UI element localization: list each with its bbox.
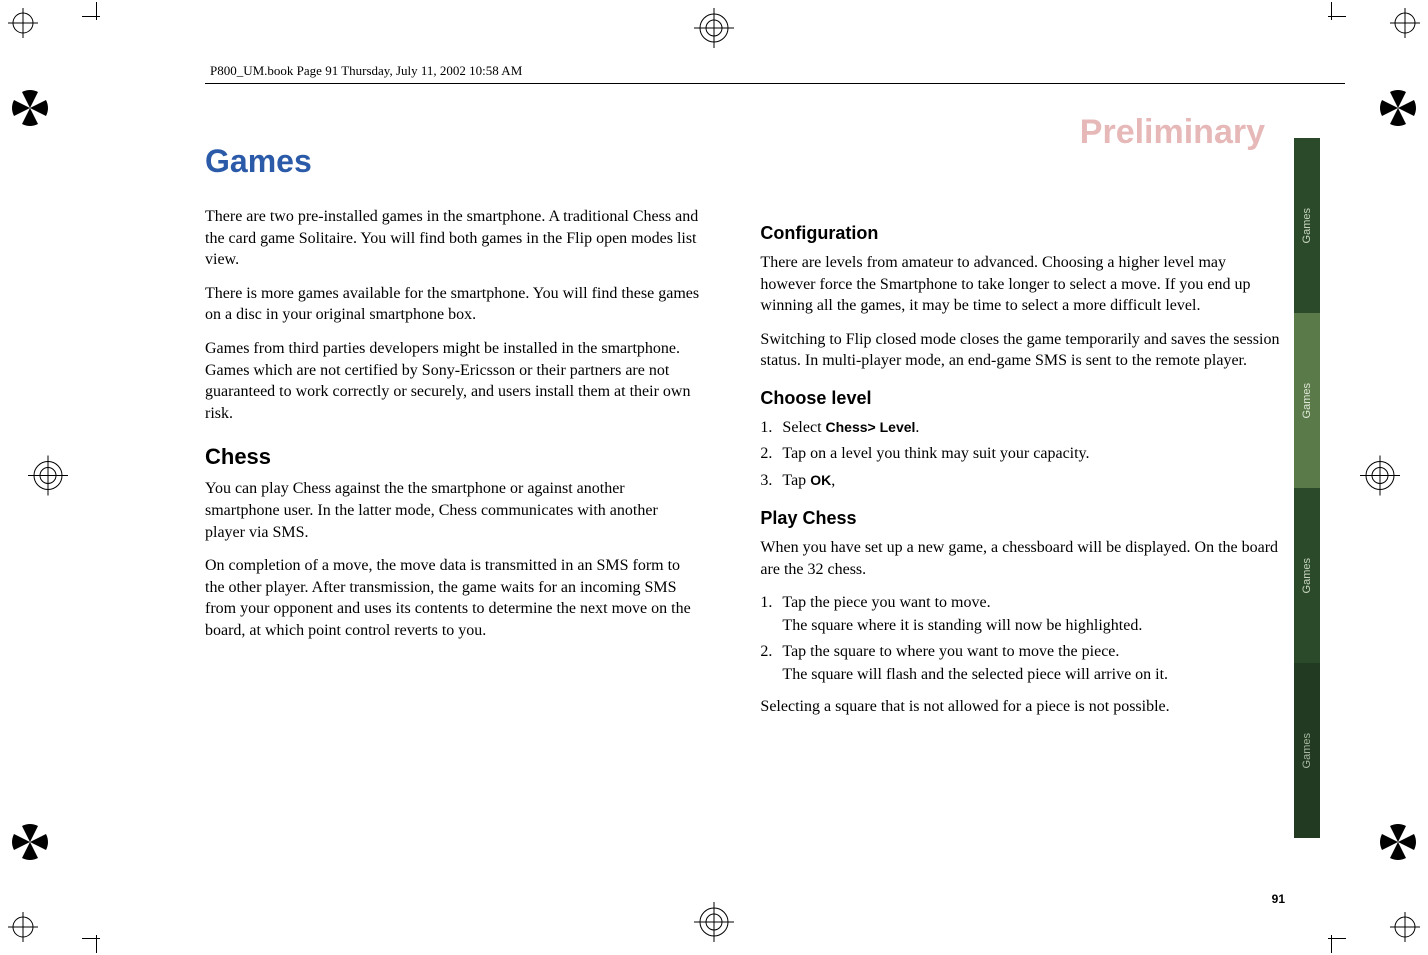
ui-label: OK	[810, 472, 831, 488]
body-paragraph: When you have set up a new game, a chess…	[760, 537, 1285, 580]
steps-list: Select Chess> Level. Tap on a level you …	[760, 417, 1285, 492]
body-paragraph: There is more games available for the sm…	[205, 283, 700, 326]
side-tab-label: Games	[1301, 733, 1313, 768]
side-tab-label: Games	[1301, 383, 1313, 418]
subsection-heading-configuration: Configuration	[760, 223, 1285, 244]
header-rule	[205, 83, 1345, 84]
reg-mark-left	[28, 455, 68, 500]
list-item: Tap on a level you think may suit your c…	[760, 443, 1285, 465]
list-item: Tap OK,	[760, 470, 1285, 492]
body-paragraph: Games from third parties developers migh…	[205, 338, 700, 424]
subsection-heading-choose-level: Choose level	[760, 388, 1285, 409]
fan-mark-tl	[12, 90, 48, 131]
body-paragraph: There are two pre-installed games in the…	[205, 206, 700, 271]
right-column: Configuration There are levels from amat…	[760, 143, 1285, 729]
crop-tick	[96, 2, 97, 20]
reg-mark-right	[1360, 455, 1400, 500]
subsection-heading-play-chess: Play Chess	[760, 508, 1285, 529]
running-header: P800_UM.book Page 91 Thursday, July 11, …	[210, 63, 522, 79]
page-number: 91	[1272, 892, 1285, 906]
side-tab: Games	[1294, 663, 1320, 838]
crop-tick	[1331, 935, 1332, 953]
body-paragraph: There are levels from amateur to advance…	[760, 252, 1285, 317]
section-heading-chess: Chess	[205, 444, 700, 470]
side-tab-label: Games	[1301, 208, 1313, 243]
corner-mark-tr	[1390, 8, 1420, 43]
side-tab: Games	[1294, 313, 1320, 488]
body-paragraph: Selecting a square that is not allowed f…	[760, 696, 1285, 718]
list-item: Tap the square to where you want to move…	[760, 641, 1285, 686]
steps-list: Tap the piece you want to move. The squa…	[760, 592, 1285, 686]
fan-mark-br	[1380, 824, 1416, 865]
corner-mark-bl	[8, 912, 38, 947]
corner-mark-tl	[8, 8, 38, 43]
fan-mark-tr	[1380, 90, 1416, 131]
page-title: Games	[205, 143, 700, 180]
fan-mark-bl	[12, 824, 48, 865]
side-tab-label: Games	[1301, 558, 1313, 593]
ui-label: Chess> Level	[826, 419, 916, 435]
body-paragraph: Switching to Flip closed mode closes the…	[760, 329, 1285, 372]
side-tab: Games	[1294, 138, 1320, 313]
crop-tick	[96, 935, 97, 953]
left-column: Games There are two pre-installed games …	[205, 143, 700, 729]
crop-tick	[1331, 2, 1332, 20]
crop-tick	[82, 938, 100, 939]
crop-tick	[82, 16, 100, 17]
body-paragraph: On completion of a move, the move data i…	[205, 555, 700, 641]
body-paragraph: You can play Chess against the the smart…	[205, 478, 700, 543]
corner-mark-br	[1390, 912, 1420, 947]
list-item: Select Chess> Level.	[760, 417, 1285, 439]
list-item: Tap the piece you want to move. The squa…	[760, 592, 1285, 637]
side-tabs: Games Games Games Games	[1294, 138, 1320, 838]
side-tab: Games	[1294, 488, 1320, 663]
